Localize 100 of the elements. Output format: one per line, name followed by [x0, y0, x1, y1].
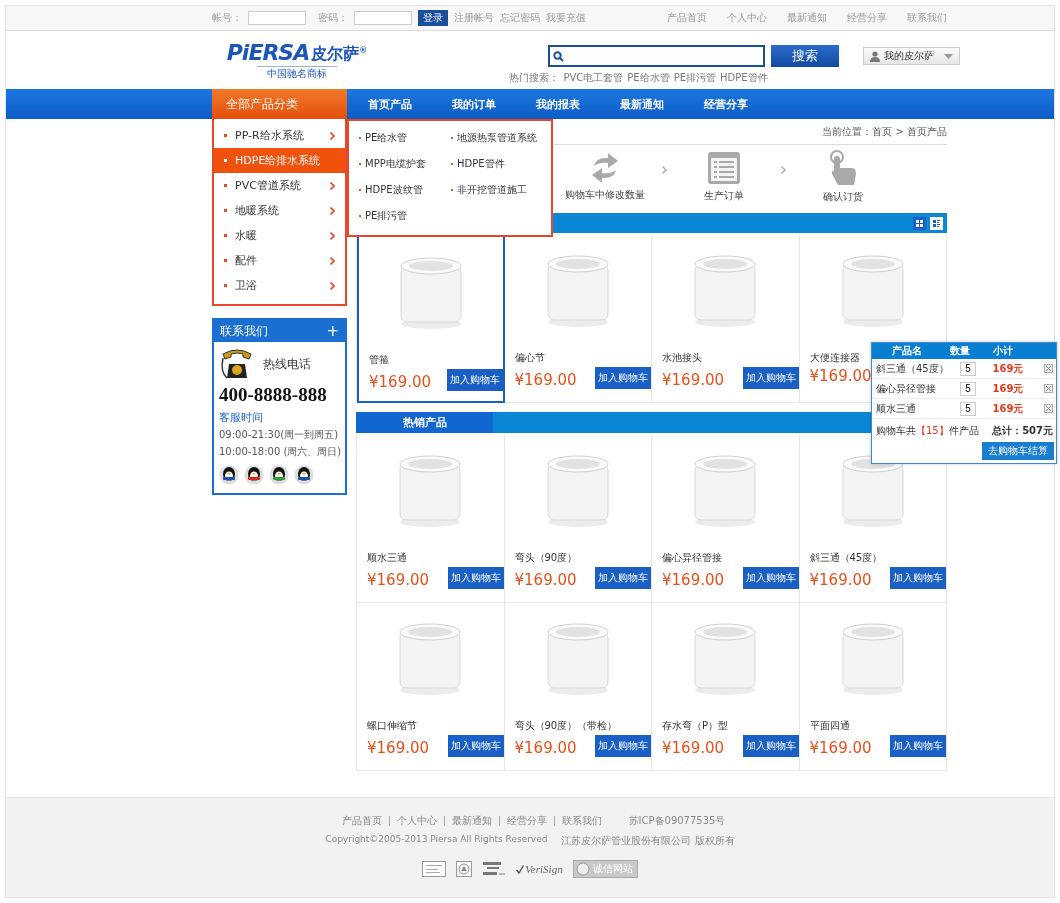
hot-search-link[interactable]: PE给水管	[627, 71, 670, 85]
search-button[interactable]: 搜索	[771, 45, 839, 67]
user-menu-button[interactable]: 我的皮尔萨	[863, 47, 960, 65]
product-card[interactable]: 存水弯（P）型 ¥169.00 加入购物车	[652, 603, 800, 771]
add-to-cart-button[interactable]: 加入购物车	[890, 735, 946, 757]
logo-chinese-name: 皮尔萨$^{®}$	[311, 43, 368, 66]
add-to-cart-button[interactable]: 加入购物车	[890, 567, 946, 589]
cart-total: 总计：507元	[992, 424, 1053, 438]
product-card[interactable]: 管箍 ¥169.00 加入购物车	[357, 235, 505, 403]
hot-search-link[interactable]: PVC电工套管	[563, 71, 624, 85]
product-price: ¥169.00	[367, 571, 430, 589]
refresh-arrows-icon	[590, 152, 620, 184]
penguin-icon[interactable]	[269, 465, 289, 485]
footer-link[interactable]: 最新通知	[443, 816, 499, 826]
add-to-cart-button[interactable]: 加入购物车	[742, 567, 799, 589]
product-card[interactable]: 平面四通 ¥169.00 加入购物车	[799, 603, 947, 771]
add-to-cart-button[interactable]: 加入购物车	[742, 735, 799, 757]
order-form-icon	[707, 151, 741, 185]
subcategory-item[interactable]: HDPE管件	[451, 157, 541, 171]
subcategory-item[interactable]: PE给水管	[359, 131, 451, 145]
product-card[interactable]: 偏心节 ¥169.00 加入购物车	[504, 235, 652, 403]
list-view-button[interactable]	[930, 216, 943, 230]
add-to-cart-button[interactable]: 加入购物车	[595, 735, 651, 757]
penguin-icon[interactable]	[244, 465, 264, 485]
category-item[interactable]: 水暖	[214, 223, 345, 248]
footer-link[interactable]: 联系我们	[553, 816, 609, 826]
quantity-field[interactable]: 5	[960, 361, 976, 376]
cart-summary: 购物车共【15】件产品	[876, 424, 979, 438]
hot-search-link[interactable]: PE排污管	[673, 71, 716, 85]
product-card[interactable]: 顺水三通 ¥169.00 加入购物车	[357, 435, 505, 603]
category-item[interactable]: 卫浴	[214, 273, 345, 298]
certificate-icon	[422, 861, 447, 877]
product-price: ¥169.00	[514, 739, 577, 757]
chevron-right-icon	[781, 166, 786, 174]
close-icon[interactable]	[1044, 364, 1053, 373]
add-to-cart-button[interactable]: 加入购物车	[447, 735, 504, 757]
product-price: ¥169.00	[662, 371, 725, 389]
product-name: 大便连接器	[809, 351, 861, 365]
grid-view-button[interactable]	[913, 216, 926, 230]
hot-products-title: 热销产品	[356, 412, 493, 433]
add-to-cart-button[interactable]: 加入购物车	[447, 567, 504, 589]
subcategory-item[interactable]: MPP电缆护套	[359, 157, 451, 171]
checkout-button[interactable]: 去购物车结算	[982, 442, 1054, 460]
nav-item[interactable]: 我的订单	[432, 89, 516, 119]
subcategory-item[interactable]: 地源热泵管道系统	[451, 131, 541, 145]
quantity-field[interactable]: 5	[960, 401, 976, 416]
nav-item[interactable]: 最新通知	[600, 89, 684, 119]
subcategory-item[interactable]: PE排污管	[359, 209, 451, 223]
quantity-field[interactable]: 5	[960, 381, 976, 396]
globe-icon	[575, 862, 590, 876]
product-card[interactable]: 弯头（90度） ¥169.00 加入购物车	[504, 435, 652, 603]
category-item[interactable]: 地暖系统	[214, 198, 345, 223]
account-field[interactable]	[248, 11, 306, 25]
step-label: 购物车中修改数量	[565, 188, 645, 202]
category-item[interactable]: PP-R给水系统	[214, 123, 345, 148]
footer-link[interactable]: 个人中心	[388, 816, 444, 826]
product-price: ¥169.00	[662, 739, 725, 757]
add-to-cart-button[interactable]: 加入购物车	[742, 367, 799, 389]
subcategory-item[interactable]: HDPE波纹管	[359, 183, 451, 197]
footer-link[interactable]: 产品首页	[334, 816, 389, 826]
product-price: ¥169.00	[809, 571, 872, 589]
category-item[interactable]: PVC管道系统	[214, 173, 345, 198]
contact-title: 联系我们	[220, 322, 268, 340]
subcategory-item[interactable]: 非开挖管道施工	[451, 183, 541, 197]
add-to-cart-button[interactable]: 加入购物车	[595, 367, 651, 389]
category-item[interactable]: HDPE给排水系统	[214, 148, 345, 173]
nav-item[interactable]: 经营分享	[684, 89, 768, 119]
nav-item[interactable]: 首页产品	[348, 89, 432, 119]
product-card[interactable]: 弯头（90度）（带检） ¥169.00 加入购物车	[504, 603, 652, 771]
product-card[interactable]: 偏心异径管接 ¥169.00 加入购物车	[652, 435, 800, 603]
footer-link[interactable]: 经营分享	[498, 816, 554, 826]
search-field[interactable]	[548, 45, 765, 67]
close-icon[interactable]	[1044, 384, 1053, 393]
column-header: 数量	[949, 344, 971, 358]
product-card[interactable]: 水池接头 ¥169.00 加入购物车	[652, 235, 800, 403]
product-price: ¥169.00	[662, 571, 725, 589]
step-label: 生产订单	[704, 189, 744, 203]
product-card[interactable]: 螺口伸缩节 ¥169.00 加入购物车	[357, 603, 505, 771]
copyright-text: Copyright©2005-2013 Piersa All Rights Reserved	[325, 834, 548, 846]
list-icon	[933, 219, 940, 227]
close-icon[interactable]	[1044, 404, 1053, 413]
nav-item[interactable]: 我的报表	[516, 89, 600, 119]
cart-item-name: 顺水三通	[876, 401, 917, 416]
category-item[interactable]: 配件	[214, 248, 345, 273]
penguin-icon[interactable]	[294, 465, 314, 485]
service-hours: 09:00-21:30(周一到周五)	[219, 428, 340, 442]
product-name: 斜三通（45度）	[809, 551, 884, 565]
penguin-icon[interactable]	[219, 465, 239, 485]
verisign-label: VeriSign	[525, 863, 563, 875]
password-field[interactable]	[354, 11, 412, 25]
product-name: 螺口伸缩节	[367, 719, 418, 733]
expand-button[interactable]: +	[326, 322, 339, 340]
logo-tagline: 中国驰名商标	[257, 66, 337, 81]
all-categories-heading[interactable]: 全部产品分类	[212, 89, 347, 119]
user-icon	[870, 50, 880, 62]
add-to-cart-button[interactable]: 加入购物车	[595, 567, 651, 589]
hot-search-link[interactable]: HDPE管件	[720, 71, 768, 85]
login-button[interactable]: 登录	[418, 10, 448, 26]
hand-tap-icon	[828, 150, 858, 186]
add-to-cart-button[interactable]: 加入购物车	[446, 369, 503, 391]
